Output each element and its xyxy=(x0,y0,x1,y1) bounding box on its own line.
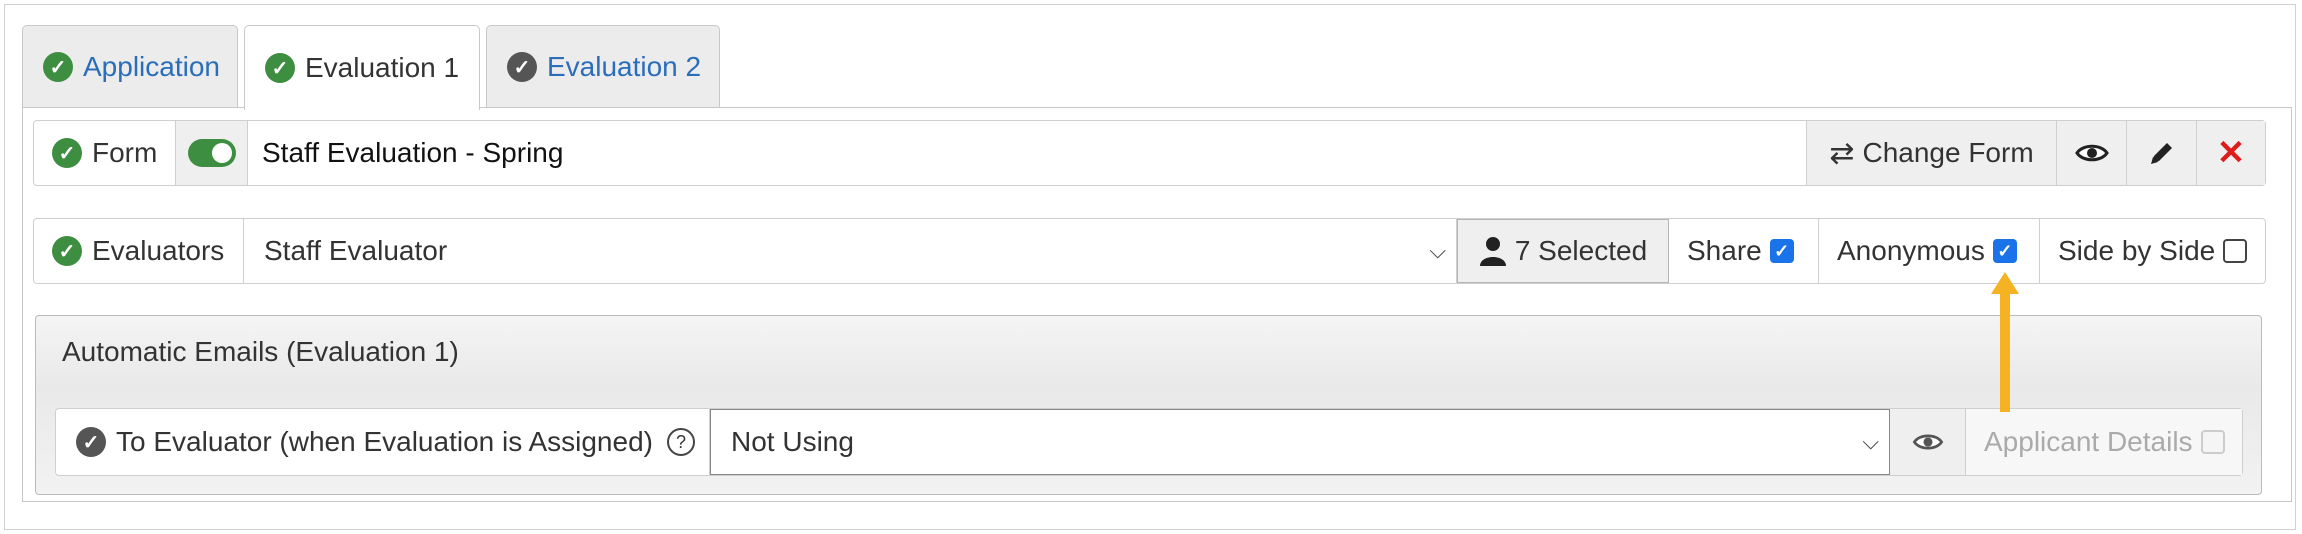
form-name-value: Staff Evaluation - Spring xyxy=(262,137,564,168)
evaluators-label: Evaluators xyxy=(92,235,225,266)
eye-icon xyxy=(1912,434,1943,450)
close-icon: ✕ xyxy=(2216,134,2246,172)
swap-arrows-icon: ⇄ xyxy=(1829,136,1855,170)
check-circle-icon: ✓ xyxy=(52,138,82,168)
section-title: Automatic Emails (Evaluation 1) xyxy=(62,336,459,367)
share-label: Share xyxy=(1687,235,1762,266)
applicant-details-label: Applicant Details xyxy=(1984,426,2193,457)
chevron-down-icon: ⌵ xyxy=(1862,429,1879,454)
form-label-cell: ✓ Form xyxy=(34,121,176,185)
evaluator-type-select[interactable]: Staff Evaluator ⌵ xyxy=(244,219,1457,283)
anonymous-label: Anonymous xyxy=(1837,235,1985,266)
evaluator-type-value: Staff Evaluator xyxy=(264,235,448,266)
selected-count-label: 7 Selected xyxy=(1514,235,1648,266)
side-by-side-label: Side by Side xyxy=(2058,235,2216,266)
remove-button[interactable]: ✕ xyxy=(2197,121,2265,185)
applicant-details-option: Applicant Details xyxy=(1966,409,2242,475)
form-row: ✓ Form Staff Evaluation - Spring ⇄ Chang… xyxy=(33,120,2266,186)
form-name-field[interactable]: Staff Evaluation - Spring xyxy=(248,121,1807,185)
check-circle-icon: ✓ xyxy=(43,52,73,82)
email-template-value: Not Using xyxy=(731,426,854,457)
evaluators-row: ✓ Evaluators Staff Evaluator ⌵ 7 Selecte… xyxy=(33,218,2266,284)
check-circle-icon: ✓ xyxy=(76,427,106,457)
check-circle-icon: ✓ xyxy=(507,52,537,82)
check-circle-icon: ✓ xyxy=(265,53,295,83)
pencil-icon xyxy=(2150,143,2172,164)
form-toggle[interactable] xyxy=(176,121,248,185)
to-evaluator-row: ✓ To Evaluator (when Evaluation is Assig… xyxy=(55,408,2243,476)
share-option: Share ✓ xyxy=(1669,219,1819,283)
edit-button[interactable] xyxy=(2127,121,2197,185)
applicant-details-checkbox[interactable] xyxy=(2200,430,2225,454)
share-checkbox[interactable]: ✓ xyxy=(1769,239,1794,263)
selected-evaluators-button[interactable]: 7 Selected xyxy=(1457,219,1669,283)
tab-label: Application xyxy=(83,51,220,82)
form-label: Form xyxy=(92,137,158,168)
change-form-label: Change Form xyxy=(1862,137,2034,168)
change-form-button[interactable]: ⇄ Change Form xyxy=(1807,121,2057,185)
to-evaluator-label-cell: ✓ To Evaluator (when Evaluation is Assig… xyxy=(56,409,710,475)
anonymous-checkbox[interactable]: ✓ xyxy=(1992,239,2017,263)
help-icon[interactable]: ? xyxy=(666,428,695,456)
tab-label: Evaluation 2 xyxy=(547,51,702,82)
email-template-select[interactable]: Not Using ⌵ xyxy=(710,409,1890,475)
chevron-down-icon: ⌵ xyxy=(1429,238,1446,263)
check-circle-icon: ✓ xyxy=(52,236,82,266)
eye-icon xyxy=(2074,144,2109,162)
tab-evaluation-2[interactable]: ✓ Evaluation 2 xyxy=(486,25,720,108)
email-preview-button[interactable] xyxy=(1890,409,1966,475)
toggle-switch-icon xyxy=(187,139,236,167)
user-icon xyxy=(1479,237,1506,266)
preview-button[interactable] xyxy=(2057,121,2127,185)
tab-evaluation-1[interactable]: ✓ Evaluation 1 xyxy=(244,25,480,110)
tab-application[interactable]: ✓ Application xyxy=(22,25,238,108)
side-by-side-option: Side by Side xyxy=(2040,219,2265,283)
tab-label: Evaluation 1 xyxy=(305,52,460,83)
side-by-side-checkbox[interactable] xyxy=(2223,239,2248,263)
evaluators-label-cell: ✓ Evaluators xyxy=(34,219,244,283)
annotation-arrow-icon xyxy=(1991,272,2019,412)
to-evaluator-label: To Evaluator (when Evaluation is Assigne… xyxy=(116,426,653,457)
